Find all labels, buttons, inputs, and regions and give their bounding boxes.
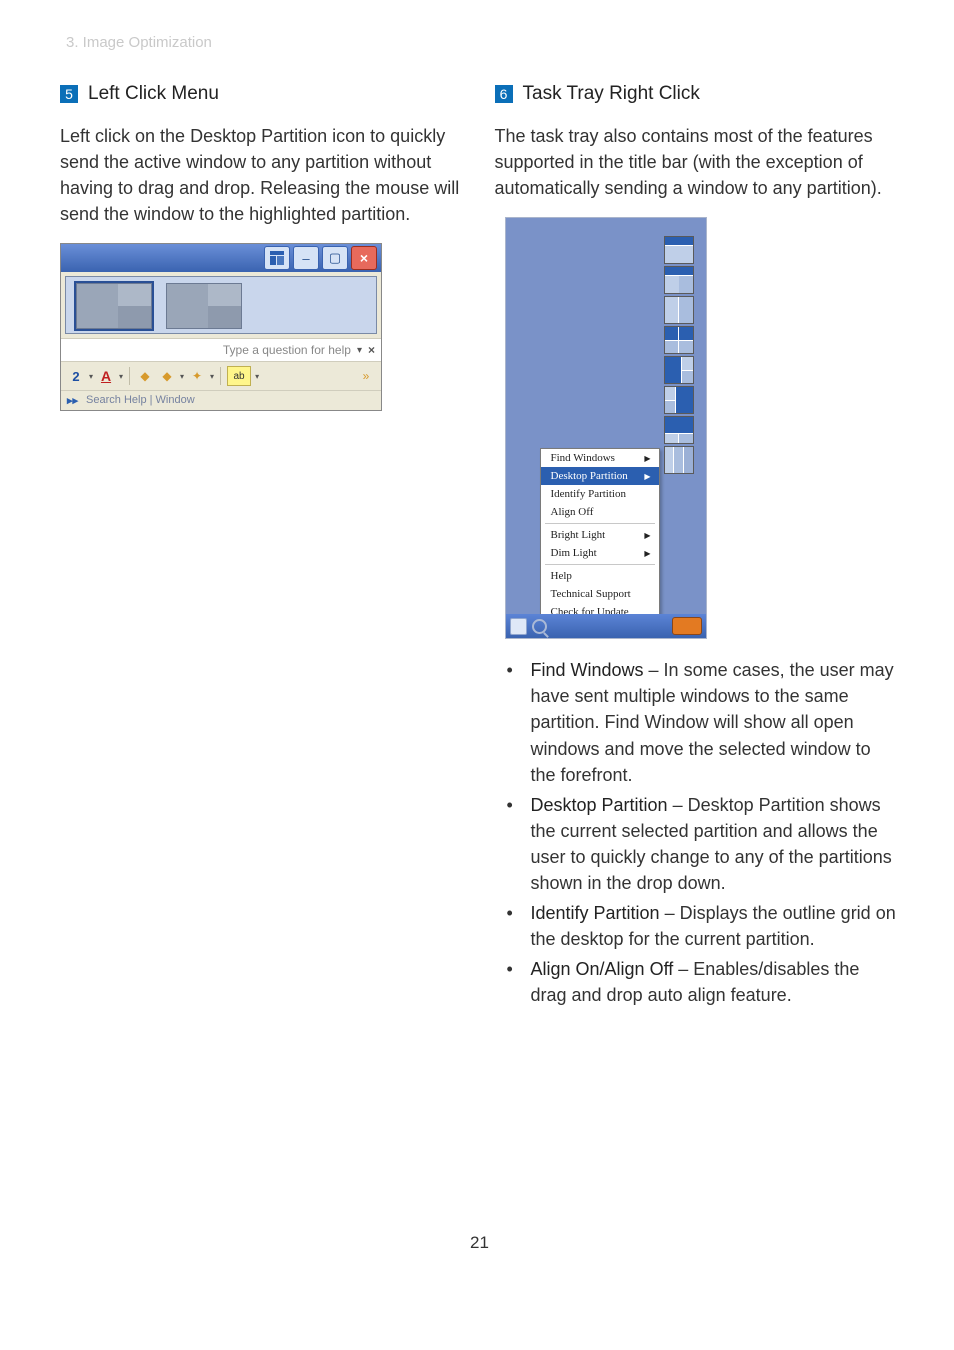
two-column-layout: 5 Left Click Menu Left click on the Desk… <box>60 83 899 1013</box>
status-text: Search Help | Window <box>86 394 195 407</box>
paint-icon[interactable]: ◆ <box>136 367 154 385</box>
partition-option-1[interactable] <box>76 283 152 329</box>
breadcrumb: 3. Image Optimization <box>60 30 899 57</box>
menu-desktop-partition[interactable]: Desktop Partition▶ <box>541 467 659 485</box>
layout-option[interactable] <box>664 416 694 444</box>
status-bar: ▸▸ Search Help | Window <box>61 391 381 410</box>
minimize-button[interactable]: – <box>293 246 319 270</box>
section-5-paragraph: Left click on the Desktop Partition icon… <box>60 123 465 227</box>
partition-picker <box>65 276 377 334</box>
context-menu: Find Windows▶ Desktop Partition▶ Identif… <box>540 448 660 638</box>
help-search-input[interactable]: Type a question for help <box>223 343 351 357</box>
dropdown-arrow-icon[interactable]: ▾ <box>357 345 362 356</box>
layout-option[interactable] <box>664 356 694 384</box>
formatting-toolbar: 2 ▾ A ▾ ◆ ◆ ▾ ✦ ▾ ab ▾ » <box>61 361 381 391</box>
layout-option[interactable] <box>664 236 694 264</box>
close-search-icon[interactable]: × <box>368 343 375 357</box>
layout-option[interactable] <box>664 446 694 474</box>
partition-icon[interactable] <box>264 246 290 270</box>
layout-option[interactable] <box>664 266 694 294</box>
search-icon[interactable] <box>532 619 547 634</box>
section-5-header: 5 Left Click Menu <box>60 83 465 105</box>
layout-option[interactable] <box>664 326 694 354</box>
menu-bright-light[interactable]: Bright Light▶ <box>541 526 659 544</box>
menu-find-windows[interactable]: Find Windows▶ <box>541 449 659 467</box>
step-number-badge: 6 <box>495 85 513 103</box>
menu-tech-support[interactable]: Technical Support <box>541 585 659 603</box>
page-root: 3. Image Optimization 5 Left Click Menu … <box>0 0 954 1293</box>
menu-divider <box>545 523 655 524</box>
section-6-header: 6 Task Tray Right Click <box>495 83 900 105</box>
paint-icon[interactable]: ◆ <box>158 367 176 385</box>
dropdown-caret-icon[interactable]: ▾ <box>255 372 259 381</box>
toolbar-divider <box>129 367 130 385</box>
page-number: 21 <box>60 1233 899 1253</box>
menu-dim-light[interactable]: Dim Light▶ <box>541 544 659 562</box>
maximize-button[interactable]: ▢ <box>322 246 348 270</box>
section-5-title: Left Click Menu <box>88 83 219 105</box>
bullet-identify-partition: Identify Partition – Displays the outlin… <box>499 900 900 952</box>
menu-identify-partition[interactable]: Identify Partition <box>541 485 659 503</box>
menu-help[interactable]: Help <box>541 567 659 585</box>
layout-option[interactable] <box>664 386 694 414</box>
toolbar-divider <box>220 367 221 385</box>
screenshot-left-click: – ▢ × Type a question for help ▾ × <box>60 243 382 411</box>
bullet-desktop-partition: Desktop Partition – Desktop Partition sh… <box>499 792 900 896</box>
tray-icons[interactable] <box>672 617 702 635</box>
right-column: 6 Task Tray Right Click The task tray al… <box>495 83 900 1013</box>
close-button[interactable]: × <box>351 246 377 270</box>
bullet-find-windows: Find Windows – In some cases, the user m… <box>499 657 900 787</box>
dropdown-caret-icon[interactable]: ▾ <box>89 372 93 381</box>
step-number-badge: 5 <box>60 85 78 103</box>
tool-icon[interactable]: ✦ <box>188 367 206 385</box>
menu-divider <box>545 564 655 565</box>
font-color-icon[interactable]: A <box>97 367 115 385</box>
menu-align-off[interactable]: Align Off <box>541 503 659 521</box>
dropdown-caret-icon[interactable]: ▾ <box>210 372 214 381</box>
section-6-paragraph: The task tray also contains most of the … <box>495 123 900 201</box>
dropdown-caret-icon[interactable]: ▾ <box>180 372 184 381</box>
partition-option-2[interactable] <box>166 283 242 329</box>
taskbar-app-icon[interactable] <box>510 618 527 635</box>
left-column: 5 Left Click Menu Left click on the Desk… <box>60 83 465 1013</box>
dropdown-caret-icon[interactable]: ▾ <box>119 372 123 381</box>
bullet-align-toggle: Align On/Align Off – Enables/disables th… <box>499 956 900 1008</box>
titlebar: – ▢ × <box>61 244 381 272</box>
help-search-row: Type a question for help ▾ × <box>61 338 381 361</box>
feature-bullet-list: Find Windows – In some cases, the user m… <box>495 657 900 1008</box>
partition-layout-flyout <box>664 236 694 474</box>
toolbar-item-2[interactable]: 2 <box>67 367 85 385</box>
abc-icon[interactable]: ab <box>227 366 251 386</box>
layout-option[interactable] <box>664 296 694 324</box>
expand-icon[interactable]: » <box>357 367 375 385</box>
section-6-title: Task Tray Right Click <box>523 83 700 105</box>
screenshot-tray-right-click: Find Windows▶ Desktop Partition▶ Identif… <box>505 217 707 639</box>
taskbar <box>506 614 706 638</box>
